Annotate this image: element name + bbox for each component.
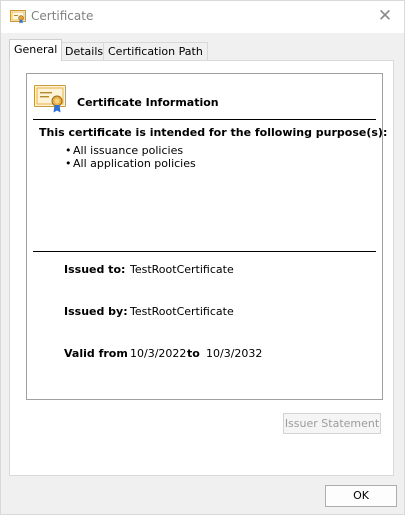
tab-general[interactable]: General xyxy=(9,39,63,61)
title-bar: Certificate ✕ xyxy=(1,1,404,33)
close-icon: ✕ xyxy=(377,6,393,26)
purpose-heading: This certificate is intended for the fol… xyxy=(39,126,388,139)
valid-to-label: to xyxy=(187,347,200,360)
tab-details[interactable]: Details xyxy=(60,42,109,60)
valid-from-label: Valid from xyxy=(64,347,128,360)
window-title: Certificate xyxy=(31,9,94,23)
issued-by-label: Issued by: xyxy=(64,305,128,318)
general-tab-panel: Certificate Information This certificate… xyxy=(9,60,394,476)
certificate-icon xyxy=(10,10,26,24)
ok-button[interactable]: OK xyxy=(325,485,397,507)
tab-certification-path[interactable]: Certification Path xyxy=(103,42,208,60)
purpose-item: All application policies xyxy=(65,157,196,170)
certificate-dialog: Certificate ✕ General Details Certificat… xyxy=(0,0,405,515)
close-button[interactable]: ✕ xyxy=(374,6,396,28)
issued-to-label: Issued to: xyxy=(64,263,126,276)
divider-top xyxy=(33,119,376,120)
valid-from-value: 10/3/2022 xyxy=(130,347,187,360)
certificate-ribbon-icon xyxy=(34,85,66,113)
certificate-information-heading: Certificate Information xyxy=(77,96,219,109)
valid-to-value: 10/3/2032 xyxy=(206,347,263,360)
purpose-list: All issuance policies All application po… xyxy=(65,144,196,170)
certificate-info-box: Certificate Information This certificate… xyxy=(26,73,387,400)
purpose-item: All issuance policies xyxy=(65,144,196,157)
divider-bottom xyxy=(33,251,376,252)
issuer-statement-button[interactable]: Issuer Statement xyxy=(283,413,381,434)
issued-by-value: TestRootCertificate xyxy=(130,305,234,318)
issued-to-value: TestRootCertificate xyxy=(130,263,234,276)
